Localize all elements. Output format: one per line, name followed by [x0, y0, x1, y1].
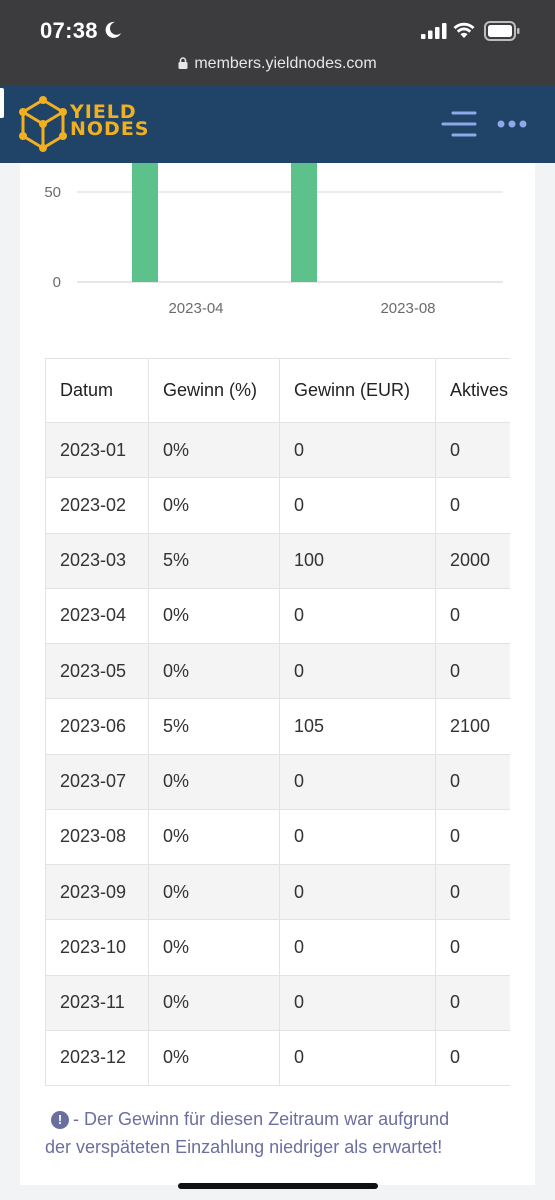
table-row: 2023-06 5% 105 2100	[45, 698, 510, 755]
table-cell: 2000	[435, 532, 510, 589]
table-cell: 0	[279, 642, 436, 700]
table-cell: 2023-11	[45, 974, 149, 1031]
table-row: 2023-01 0% 0 0	[45, 421, 510, 479]
table-cell: 0	[435, 753, 510, 810]
table-cell: 0%	[148, 1029, 280, 1087]
table-cell: 0%	[148, 863, 280, 921]
y-tick-label: 50	[44, 184, 61, 201]
url-text: members.yieldnodes.com	[194, 55, 377, 72]
table-cell: 2023-07	[45, 753, 149, 810]
battery-icon	[484, 21, 520, 41]
table-cell: 0	[279, 1029, 436, 1087]
table-cell: 5%	[148, 532, 280, 589]
table-cell: 0%	[148, 974, 280, 1031]
wifi-icon	[453, 22, 475, 38]
column-header: Datum	[45, 358, 149, 423]
signal-icon	[421, 23, 447, 39]
column-header: Aktives	[435, 358, 510, 423]
moon-icon	[105, 21, 121, 38]
y-tick-label: 0	[53, 274, 61, 291]
table-cell: 100	[279, 532, 436, 589]
home-indicator[interactable]	[178, 1183, 378, 1189]
note-line-1: - Der Gewinn für diesen Zeitraum war auf…	[73, 1109, 450, 1129]
table-row: 2023-10 0% 0 0	[45, 919, 510, 976]
edge-tab[interactable]	[0, 88, 4, 118]
table-row: 2023-07 0% 0 0	[45, 753, 510, 810]
table-cell: 0%	[148, 919, 280, 976]
table-cell: 5%	[148, 698, 280, 755]
table-cell: 105	[279, 698, 436, 755]
table-cell: 0%	[148, 421, 280, 479]
table-cell: 2023-03	[45, 532, 149, 589]
table-row: 2023-05 0% 0 0	[45, 642, 510, 700]
column-header: Gewinn (%)	[148, 358, 280, 423]
profit-bar-chart: 500 2023-042023-082023-12	[44, 163, 503, 317]
table-header-row: Datum Gewinn (%) Gewinn (EUR) Aktives	[45, 358, 510, 423]
url-bar[interactable]: members.yieldnodes.com	[0, 55, 555, 73]
table-row: 2023-11 0% 0 0	[45, 974, 510, 1031]
table-cell: 2023-08	[45, 808, 149, 866]
table-cell: 0	[435, 919, 510, 976]
table-cell: 0%	[148, 808, 280, 866]
exclamation-icon: !	[51, 1111, 69, 1129]
table-row: 2023-08 0% 0 0	[45, 808, 510, 866]
chart-bar-2023-06[interactable]	[291, 163, 317, 282]
hamburger-menu-icon[interactable]	[441, 110, 477, 138]
table-cell: 0	[435, 421, 510, 479]
table-cell: 0	[435, 808, 510, 866]
table-cell: 0	[279, 808, 436, 866]
table-cell: 2023-12	[45, 1029, 149, 1087]
table-cell: 0	[435, 587, 510, 645]
more-dots-icon[interactable]	[497, 119, 527, 129]
table-cell: 0	[279, 919, 436, 976]
table-cell: 0	[279, 587, 436, 645]
table-cell: 0%	[148, 477, 280, 534]
table-cell: 0	[279, 421, 436, 479]
table-row: 2023-02 0% 0 0	[45, 477, 510, 534]
table-row: 2023-03 5% 100 2000	[45, 532, 510, 589]
table-cell: 2023-10	[45, 919, 149, 976]
table-cell: 0%	[148, 642, 280, 700]
table-cell: 0	[279, 974, 436, 1031]
table-cell: 2023-01	[45, 421, 149, 479]
late-deposit-note: ! - Der Gewinn für diesen Zeitraum war au…	[45, 1105, 515, 1161]
logo-text: YIELD NODES	[70, 103, 150, 140]
lock-icon	[178, 57, 188, 69]
table-cell: 0	[435, 642, 510, 700]
table-cell: 0	[279, 753, 436, 810]
table-cell: 2100	[435, 698, 510, 755]
table-cell: 2023-02	[45, 477, 149, 534]
table-row: 2023-12 0% 0 0	[45, 1029, 510, 1087]
table-cell: 2023-06	[45, 698, 149, 755]
status-bar: 07:38 members.yieldnodes.com	[0, 0, 555, 85]
table-cell: 0	[279, 477, 436, 534]
note-line-2: der verspäteten Einzahlung niedriger als…	[45, 1137, 443, 1157]
table-cell: 0%	[148, 753, 280, 810]
table-cell: 2023-05	[45, 642, 149, 700]
yieldnodes-logo-icon[interactable]	[18, 96, 68, 152]
results-table: Datum Gewinn (%) Gewinn (EUR) Aktives 2023-…	[45, 358, 510, 1087]
table-cell: 0	[435, 477, 510, 534]
results-table-scroll[interactable]: Datum Gewinn (%) Gewinn (EUR) Aktives 2023-…	[45, 358, 510, 1087]
table-cell: 2023-04	[45, 587, 149, 645]
table-row: 2023-04 0% 0 0	[45, 587, 510, 645]
table-cell: 0	[279, 863, 436, 921]
chart-bar-2023-03[interactable]	[132, 163, 158, 282]
logo-line-nodes: NODES	[70, 118, 150, 140]
table-row: 2023-09 0% 0 0	[45, 863, 510, 921]
status-time: 07:38	[40, 18, 98, 43]
table-cell: 0	[435, 1029, 510, 1087]
table-cell: 0%	[148, 587, 280, 645]
table-cell: 0	[435, 974, 510, 1031]
x-tick-label: 2023-08	[380, 300, 435, 317]
table-cell: 0	[435, 863, 510, 921]
table-cell: 2023-09	[45, 863, 149, 921]
column-header: Gewinn (EUR)	[279, 358, 436, 423]
x-tick-label: 2023-04	[168, 300, 223, 317]
